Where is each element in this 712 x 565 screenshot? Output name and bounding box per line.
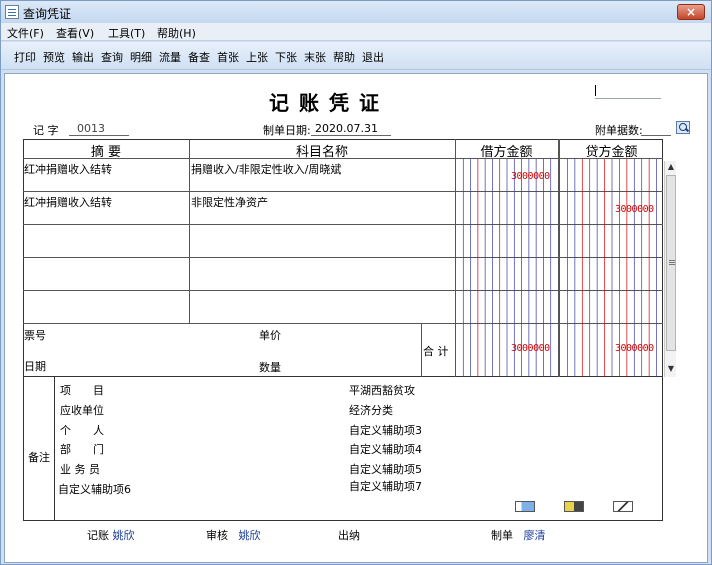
note-custom-aux-7[interactable]: 自定义辅助项7: [349, 478, 422, 494]
note-custom-aux-6[interactable]: 自定义辅助项6: [58, 481, 131, 497]
grid-col-line: [421, 323, 422, 377]
close-button[interactable]: ×: [677, 4, 705, 20]
edit-icon[interactable]: [613, 501, 633, 512]
attach-label: 附单据数:: [595, 124, 643, 137]
reviewer-name: 姚欣: [238, 529, 261, 542]
menu-file[interactable]: 文件(F): [7, 25, 44, 41]
menu-help[interactable]: 帮助(H): [157, 25, 196, 41]
last-button[interactable]: 末张: [304, 49, 326, 65]
first-button[interactable]: 首张: [217, 49, 239, 65]
scroll-down-icon[interactable]: ▼: [665, 363, 677, 375]
note-custom-aux-3[interactable]: 自定义辅助项3: [349, 422, 422, 438]
attach-field[interactable]: [641, 135, 671, 136]
total-credit: 3000000: [615, 343, 654, 354]
reviewer-signature: 审核 姚欣: [206, 527, 261, 543]
bookkeeper-label: 记账: [87, 529, 109, 542]
print-button[interactable]: 打印: [14, 49, 36, 65]
voucher-number-underline: [69, 135, 129, 136]
preview-button[interactable]: 预览: [43, 49, 65, 65]
next-button[interactable]: 下张: [275, 49, 297, 65]
row-credit[interactable]: 3000000: [615, 204, 654, 215]
ticket-label: 票号: [24, 329, 46, 342]
maker-label: 制单: [491, 529, 513, 542]
col-credit-header: 贷方金额: [585, 145, 638, 160]
note-receivable-unit[interactable]: 应收单位: [60, 402, 104, 418]
flow-button[interactable]: 流量: [159, 49, 181, 65]
bookkeeper-name: 姚欣: [112, 529, 135, 542]
app-icon: [5, 5, 19, 19]
date-field-label: 日期: [24, 360, 46, 373]
row-account[interactable]: 非限定性净资产: [191, 194, 268, 210]
note-project-value[interactable]: 平湖西豁贫攻: [349, 382, 415, 398]
query-button[interactable]: 查询: [101, 49, 123, 65]
maker-name: 廖清: [523, 529, 546, 542]
price-label: 单价: [259, 329, 281, 342]
row-summary[interactable]: 红冲捐赠收入结转: [24, 194, 112, 210]
note-custom-aux-4[interactable]: 自定义辅助项4: [349, 441, 422, 457]
note-salesperson[interactable]: 业 务 员: [60, 461, 100, 477]
note-department[interactable]: 部 门: [60, 441, 104, 457]
memo-button[interactable]: 备查: [188, 49, 210, 65]
card-icon[interactable]: [564, 501, 584, 512]
row-debit[interactable]: 3000000: [511, 171, 550, 182]
menu-view[interactable]: 查看(V): [56, 25, 94, 41]
text-cursor: [595, 85, 596, 96]
col-debit-header: 借方金额: [480, 145, 533, 160]
col-summary-header: 摘 要: [90, 145, 122, 160]
voucher-type-label: 记 字: [33, 124, 59, 137]
total-label: 合 计: [423, 345, 449, 358]
row-account[interactable]: 捐赠收入/非限定性收入/周晓斌: [191, 161, 341, 177]
cashier-label: 出纳: [338, 529, 360, 542]
qty-label: 数量: [259, 361, 281, 374]
menu-bar: 文件(F) 查看(V) 工具(T) 帮助(H): [1, 23, 711, 41]
col-account-header: 科目名称: [295, 145, 348, 160]
scrollbar-grip: [669, 260, 675, 261]
reviewer-label: 审核: [206, 529, 228, 542]
voucher-date[interactable]: 2020.07.31: [315, 122, 378, 135]
note-economic-class[interactable]: 经济分类: [349, 402, 393, 418]
grid-scrollbar[interactable]: ▲ ▼: [664, 161, 676, 377]
prev-button[interactable]: 上张: [246, 49, 268, 65]
date-label: 制单日期:: [263, 124, 311, 137]
help-button[interactable]: 帮助: [333, 49, 355, 65]
notes-section: [23, 377, 663, 521]
notes-label: 备注: [28, 451, 50, 464]
grid-col-line: [189, 139, 190, 323]
bookkeeper-signature: 记账 姚欣: [87, 527, 135, 543]
detail-button[interactable]: 明细: [130, 49, 152, 65]
title-bar: 查询凭证 ×: [1, 1, 711, 23]
note-project[interactable]: 项 目: [60, 382, 104, 398]
scroll-up-icon[interactable]: ▲: [665, 161, 677, 173]
total-debit: 3000000: [511, 343, 550, 354]
maker-signature: 制单 廖清: [491, 527, 546, 543]
note-person[interactable]: 个 人: [60, 422, 104, 438]
voucher-number[interactable]: 0013: [77, 122, 105, 135]
search-icon[interactable]: [676, 121, 690, 134]
menu-tools[interactable]: 工具(T): [108, 25, 145, 41]
output-button[interactable]: 输出: [72, 49, 94, 65]
voucher-title: 记账凭证: [269, 91, 389, 115]
note-custom-aux-5[interactable]: 自定义辅助项5: [349, 461, 422, 477]
voucher-date-underline: [311, 135, 391, 136]
toolbar: 打印 预览 输出 查询 明细 流量 备查 首张 上张 下张 末张 帮助 退出: [1, 42, 711, 70]
exit-button[interactable]: 退出: [362, 49, 384, 65]
voucher-query-window: 查询凭证 × 文件(F) 查看(V) 工具(T) 帮助(H) 打印 预览 输出 …: [0, 0, 712, 565]
note-icon[interactable]: [515, 501, 535, 512]
window-title: 查询凭证: [23, 7, 72, 21]
row-summary[interactable]: 红冲捐赠收入结转: [24, 161, 112, 177]
scrollbar-thumb[interactable]: [666, 175, 676, 351]
voucher-aux-field[interactable]: [595, 98, 661, 99]
